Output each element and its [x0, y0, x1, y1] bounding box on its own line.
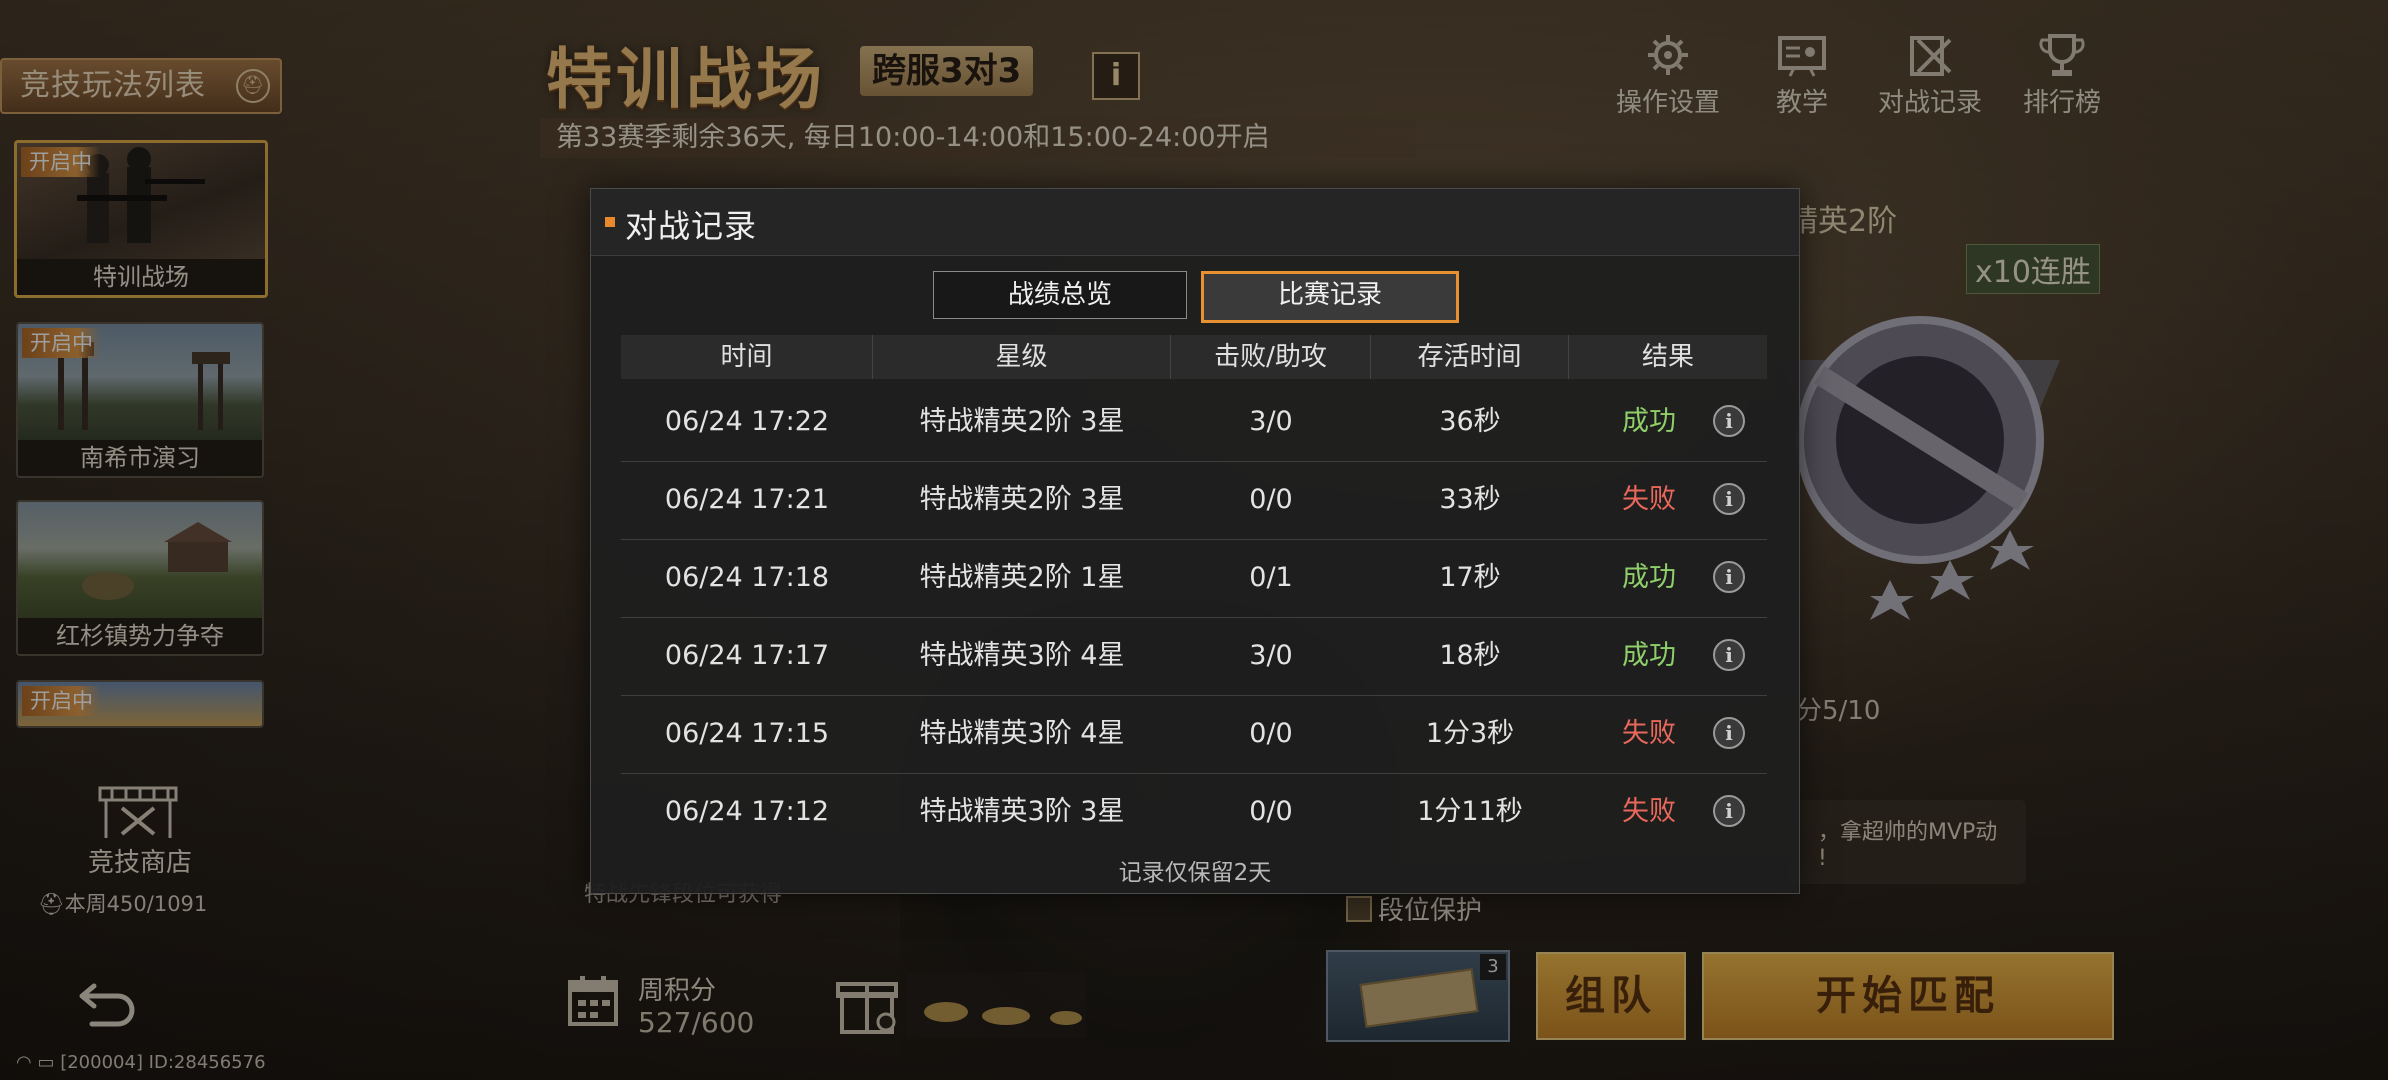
- cell-kills-assists: 0/0: [1249, 796, 1293, 827]
- cell-survive-time: 18秒: [1439, 640, 1501, 671]
- cell-kills-assists: 3/0: [1249, 640, 1293, 671]
- cell-result: 成功: [1622, 406, 1676, 437]
- info-icon[interactable]: i: [1713, 795, 1745, 827]
- cell-time: 06/24 17:22: [664, 406, 830, 437]
- table-header: 时间 星级 击败/助攻 存活时间 结果: [621, 335, 1767, 379]
- cell-time: 06/24 17:15: [664, 718, 830, 749]
- cell-result: 成功: [1622, 640, 1676, 671]
- info-icon[interactable]: i: [1713, 483, 1745, 515]
- info-icon[interactable]: i: [1713, 561, 1745, 593]
- cell-result: 失败: [1622, 484, 1676, 515]
- info-icon[interactable]: i: [1713, 405, 1745, 437]
- table-row: 06/24 17:21 特战精英2阶 3星 0/0 33秒 失败 i: [621, 461, 1767, 540]
- cell-rank: 特战精英2阶 3星: [919, 484, 1125, 515]
- cell-survive-time: 1分3秒: [1425, 718, 1515, 749]
- table-row: 06/24 17:12 特战精英3阶 3星 0/0 1分11秒 失败 i: [621, 773, 1767, 851]
- column-header: 存活时间: [1371, 335, 1569, 379]
- cell-rank: 特战精英2阶 1星: [919, 562, 1125, 593]
- dialog-header: 对战记录: [591, 189, 1799, 256]
- title-marker-icon: [605, 217, 615, 227]
- column-header: 时间: [621, 335, 873, 379]
- cell-time: 06/24 17:17: [664, 640, 830, 671]
- cell-survive-time: 17秒: [1439, 562, 1501, 593]
- cell-result: 失败: [1622, 718, 1676, 749]
- cell-rank: 特战精英2阶 3星: [919, 406, 1125, 437]
- cell-result: 失败: [1622, 796, 1676, 827]
- cell-survive-time: 1分11秒: [1417, 796, 1523, 827]
- cell-rank: 特战精英3阶 4星: [919, 640, 1125, 671]
- info-icon[interactable]: i: [1713, 717, 1745, 749]
- cell-time: 06/24 17:12: [664, 796, 830, 827]
- cell-survive-time: 36秒: [1439, 406, 1501, 437]
- cell-kills-assists: 3/0: [1249, 406, 1293, 437]
- info-icon[interactable]: i: [1713, 639, 1745, 671]
- table-row: 06/24 17:15 特战精英3阶 4星 0/0 1分3秒 失败 i: [621, 695, 1767, 774]
- retention-note: 记录仅保留2天: [1118, 860, 1272, 886]
- column-header: 结果: [1641, 342, 1694, 372]
- dialog-title: 对战记录: [625, 207, 758, 245]
- cell-rank: 特战精英3阶 3星: [919, 796, 1125, 827]
- cell-kills-assists: 0/0: [1249, 718, 1293, 749]
- cell-kills-assists: 0/1: [1249, 562, 1293, 593]
- cell-kills-assists: 0/0: [1249, 484, 1293, 515]
- tab-stats-overview[interactable]: 战绩总览: [933, 271, 1187, 319]
- tab-match-records[interactable]: 比赛记录: [1201, 271, 1459, 323]
- cell-result: 成功: [1622, 562, 1676, 593]
- battle-record-dialog: 对战记录 战绩总览 比赛记录 时间 星级 击败/助攻 存活时间 结果 06/24…: [590, 188, 1800, 894]
- cell-time: 06/24 17:18: [664, 562, 830, 593]
- cell-survive-time: 33秒: [1439, 484, 1501, 515]
- table-row: 06/24 17:18 特战精英2阶 1星 0/1 17秒 成功 i: [621, 539, 1767, 618]
- cell-time: 06/24 17:21: [664, 484, 830, 515]
- cell-rank: 特战精英3阶 4星: [919, 718, 1125, 749]
- column-header: 击败/助攻: [1171, 335, 1371, 379]
- column-header: 星级: [873, 335, 1171, 379]
- table-row: 06/24 17:17 特战精英3阶 4星 3/0 18秒 成功 i: [621, 617, 1767, 696]
- table-row: 06/24 17:22 特战精英2阶 3星 3/0 36秒 成功 i: [621, 383, 1767, 462]
